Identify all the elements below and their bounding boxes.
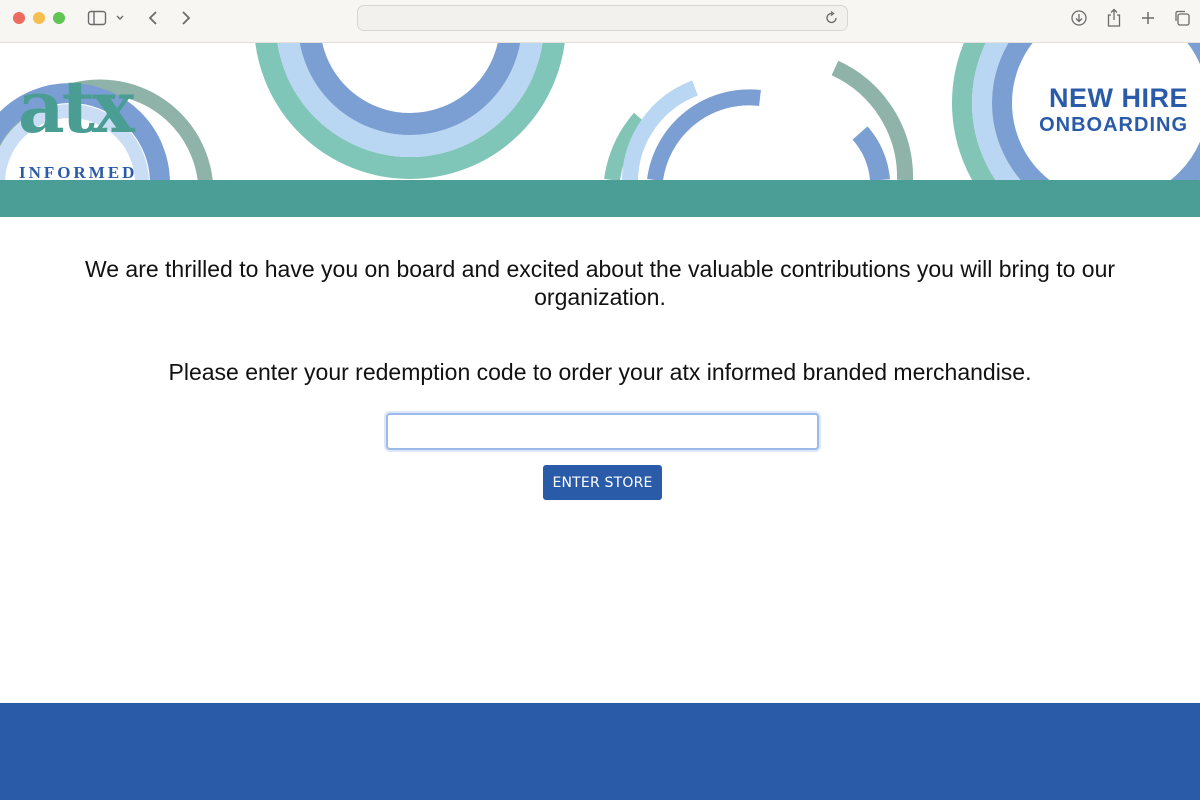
redemption-prompt: Please enter your redemption code to ord… — [168, 359, 1032, 385]
logo-wordmark: atx — [18, 64, 135, 149]
close-window-button[interactable] — [13, 12, 25, 24]
banner-heading-line2: ONBOARDING — [1039, 114, 1188, 136]
reload-icon[interactable] — [823, 9, 841, 27]
download-icon[interactable] — [1068, 6, 1090, 30]
address-bar[interactable] — [357, 5, 848, 31]
minimize-window-button[interactable] — [33, 12, 45, 24]
banner-heading-line1: NEW HIRE — [1049, 83, 1188, 113]
chevron-down-icon[interactable] — [113, 6, 127, 30]
new-tab-icon[interactable] — [1137, 6, 1159, 30]
forward-icon[interactable] — [176, 6, 196, 30]
zoom-window-button[interactable] — [53, 12, 65, 24]
teal-divider-band — [0, 180, 1200, 217]
back-icon[interactable] — [143, 6, 163, 30]
logo-subtitle: INFORMED — [19, 163, 138, 180]
welcome-message: We are thrilled to have you on board and… — [84, 256, 1116, 310]
decorative-arcs — [0, 43, 1200, 180]
atx-informed-logo[interactable]: atx INFORMED — [16, 64, 166, 181]
header-banner: atx INFORMED NEW HIRE ONBOARDING — [0, 43, 1200, 180]
banner-heading: NEW HIRE ONBOARDING — [1039, 83, 1188, 137]
sidebar-icon[interactable] — [86, 6, 108, 30]
footer-band — [0, 703, 1200, 800]
redemption-code-input[interactable] — [386, 413, 819, 450]
browser-toolbar — [0, 0, 1200, 43]
tabs-overview-icon[interactable] — [1171, 6, 1193, 30]
enter-store-button[interactable]: ENTER STORE — [543, 465, 662, 500]
share-icon[interactable] — [1103, 6, 1125, 30]
main-content: We are thrilled to have you on board and… — [0, 217, 1200, 703]
